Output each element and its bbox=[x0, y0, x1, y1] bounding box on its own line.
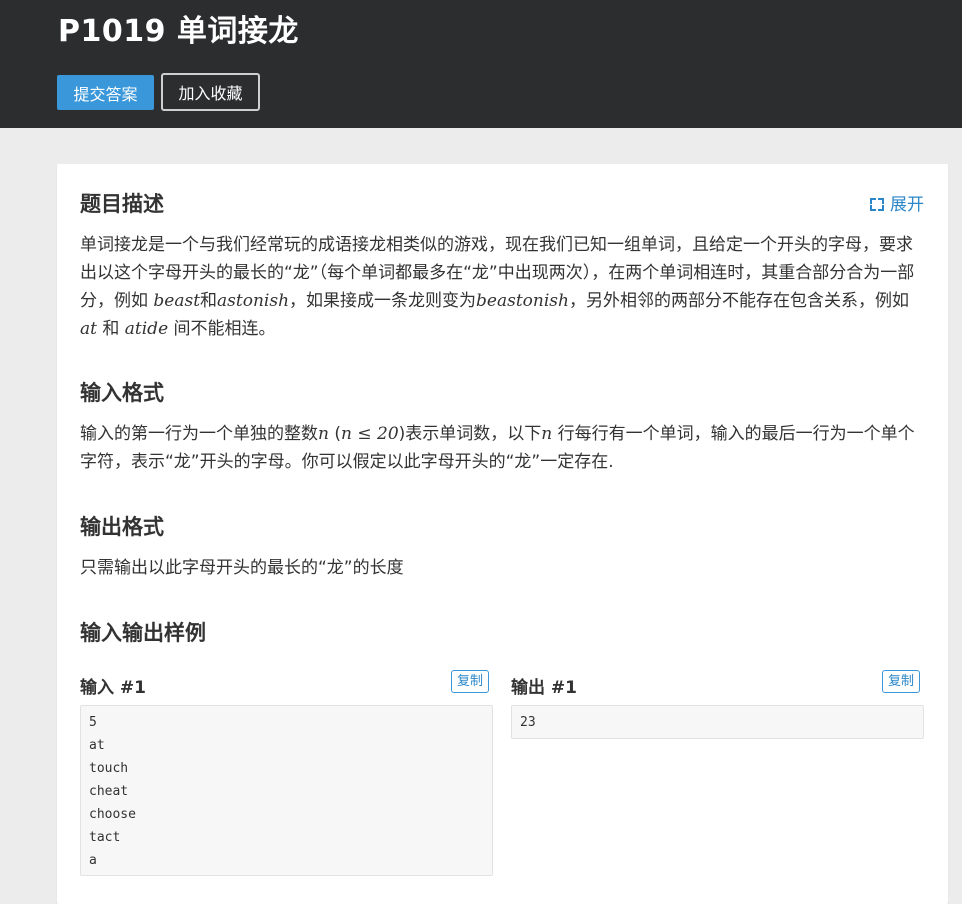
expand-label: 展开 bbox=[890, 195, 924, 215]
description-text: 单词接龙是一个与我们经常玩的成语接龙相类似的游戏，现在我们已知一组单词，且给定一… bbox=[80, 235, 915, 339]
add-favorite-button[interactable]: 加入收藏 bbox=[161, 73, 260, 111]
code-line: tact bbox=[89, 830, 121, 845]
input-format-text: 输入的第一行为一个单独的整数n (n ≤ 20)表示单词数，以下n 行每行有一个… bbox=[80, 424, 915, 472]
code-line: 23 bbox=[520, 715, 536, 730]
sample-input-label: 输入 #1 bbox=[80, 678, 146, 698]
copy-input-button[interactable]: 复制 bbox=[451, 670, 490, 693]
submit-answer-button[interactable]: 提交答案 bbox=[57, 75, 154, 110]
code-line: cheat bbox=[89, 784, 129, 799]
samples-title: 输入输出样例 bbox=[80, 621, 206, 645]
code-line: choose bbox=[89, 807, 136, 822]
problem-card: 题目描述 展开 单词接龙是一个与我们经常玩的成语接龙相类似的游戏，现在我们已知一… bbox=[57, 164, 948, 904]
description-title: 题目描述 bbox=[80, 192, 164, 216]
input-format-title: 输入格式 bbox=[80, 381, 164, 405]
sample-output-label: 输出 #1 bbox=[511, 678, 577, 698]
code-line: touch bbox=[89, 761, 129, 776]
sample-output-box[interactable]: 23 bbox=[511, 705, 924, 739]
code-line: 5 bbox=[89, 715, 97, 730]
output-format-text: 只需输出以此字母开头的最长的“龙”的长度 bbox=[80, 558, 404, 578]
copy-output-button[interactable]: 复制 bbox=[882, 670, 921, 693]
expand-button[interactable]: 展开 bbox=[870, 190, 924, 215]
fullscreen-icon bbox=[870, 198, 884, 211]
code-line: a bbox=[89, 853, 97, 868]
sample-input-box[interactable]: 5 at touch cheat choose tact a bbox=[80, 705, 493, 876]
page-header: P1019 单词接龙 提交答案 加入收藏 bbox=[0, 0, 962, 128]
problem-title: P1019 单词接龙 bbox=[58, 14, 299, 49]
output-format-title: 输出格式 bbox=[80, 515, 164, 539]
code-line: at bbox=[89, 738, 105, 753]
